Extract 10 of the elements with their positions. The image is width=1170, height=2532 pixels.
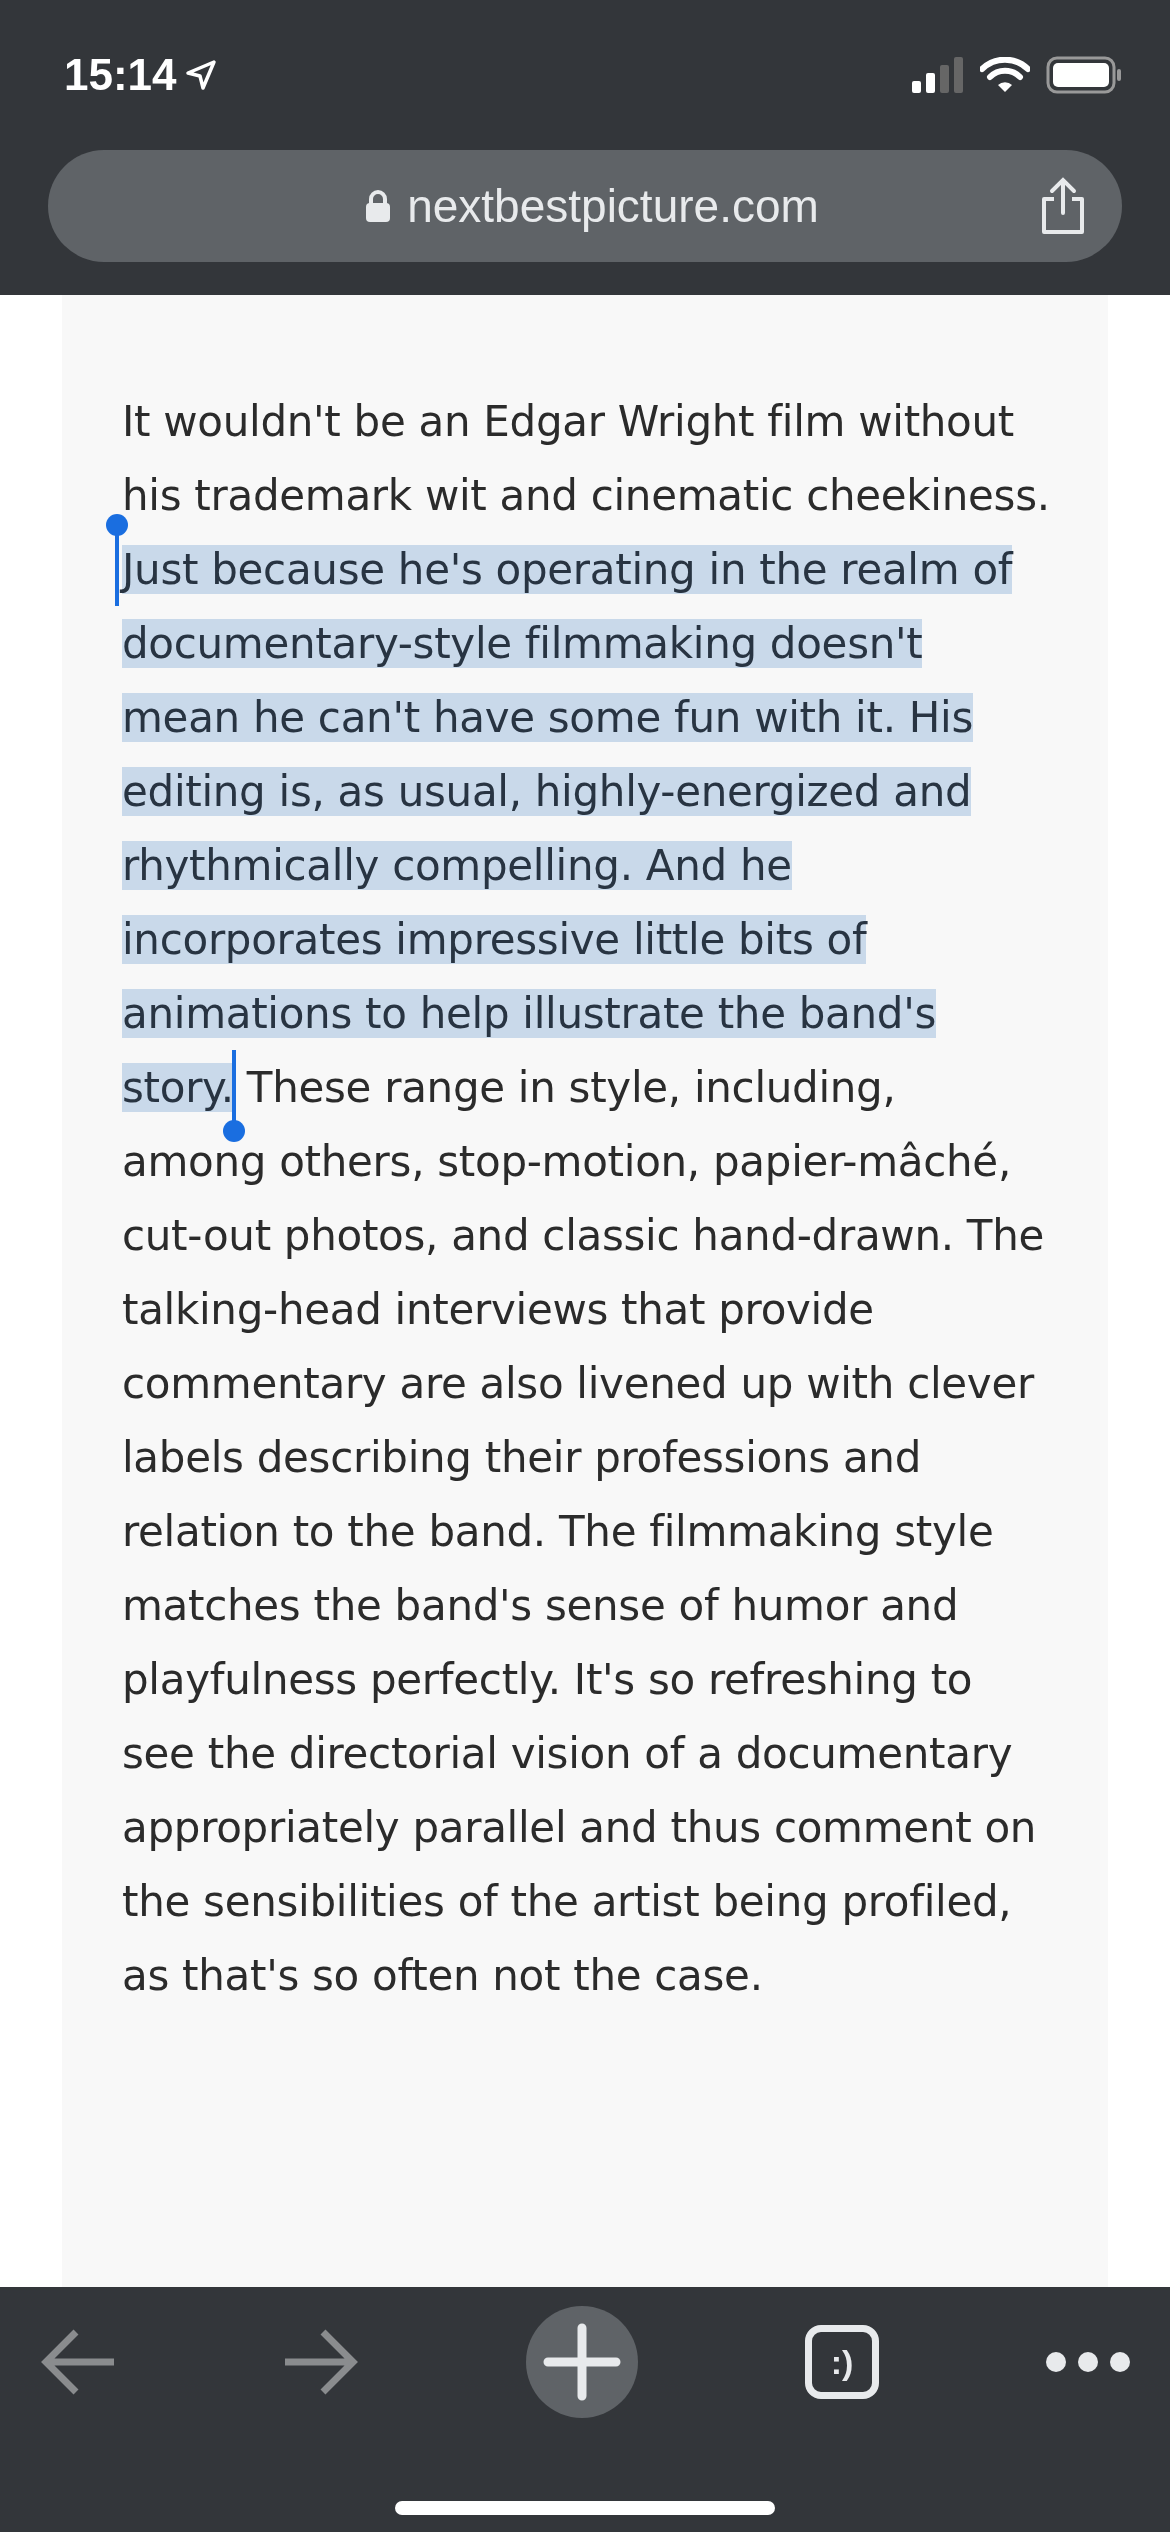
signal-icon (912, 57, 964, 93)
tabs-button[interactable]: :) (805, 2325, 879, 2399)
location-arrow-icon (184, 59, 217, 91)
wifi-icon (980, 57, 1030, 93)
more-icon[interactable] (1046, 2352, 1130, 2372)
share-icon[interactable] (1040, 177, 1086, 235)
lock-icon (365, 189, 392, 223)
status-time: 15:14 (64, 49, 177, 101)
battery-icon (1046, 56, 1122, 94)
plus-icon[interactable] (526, 2306, 638, 2418)
